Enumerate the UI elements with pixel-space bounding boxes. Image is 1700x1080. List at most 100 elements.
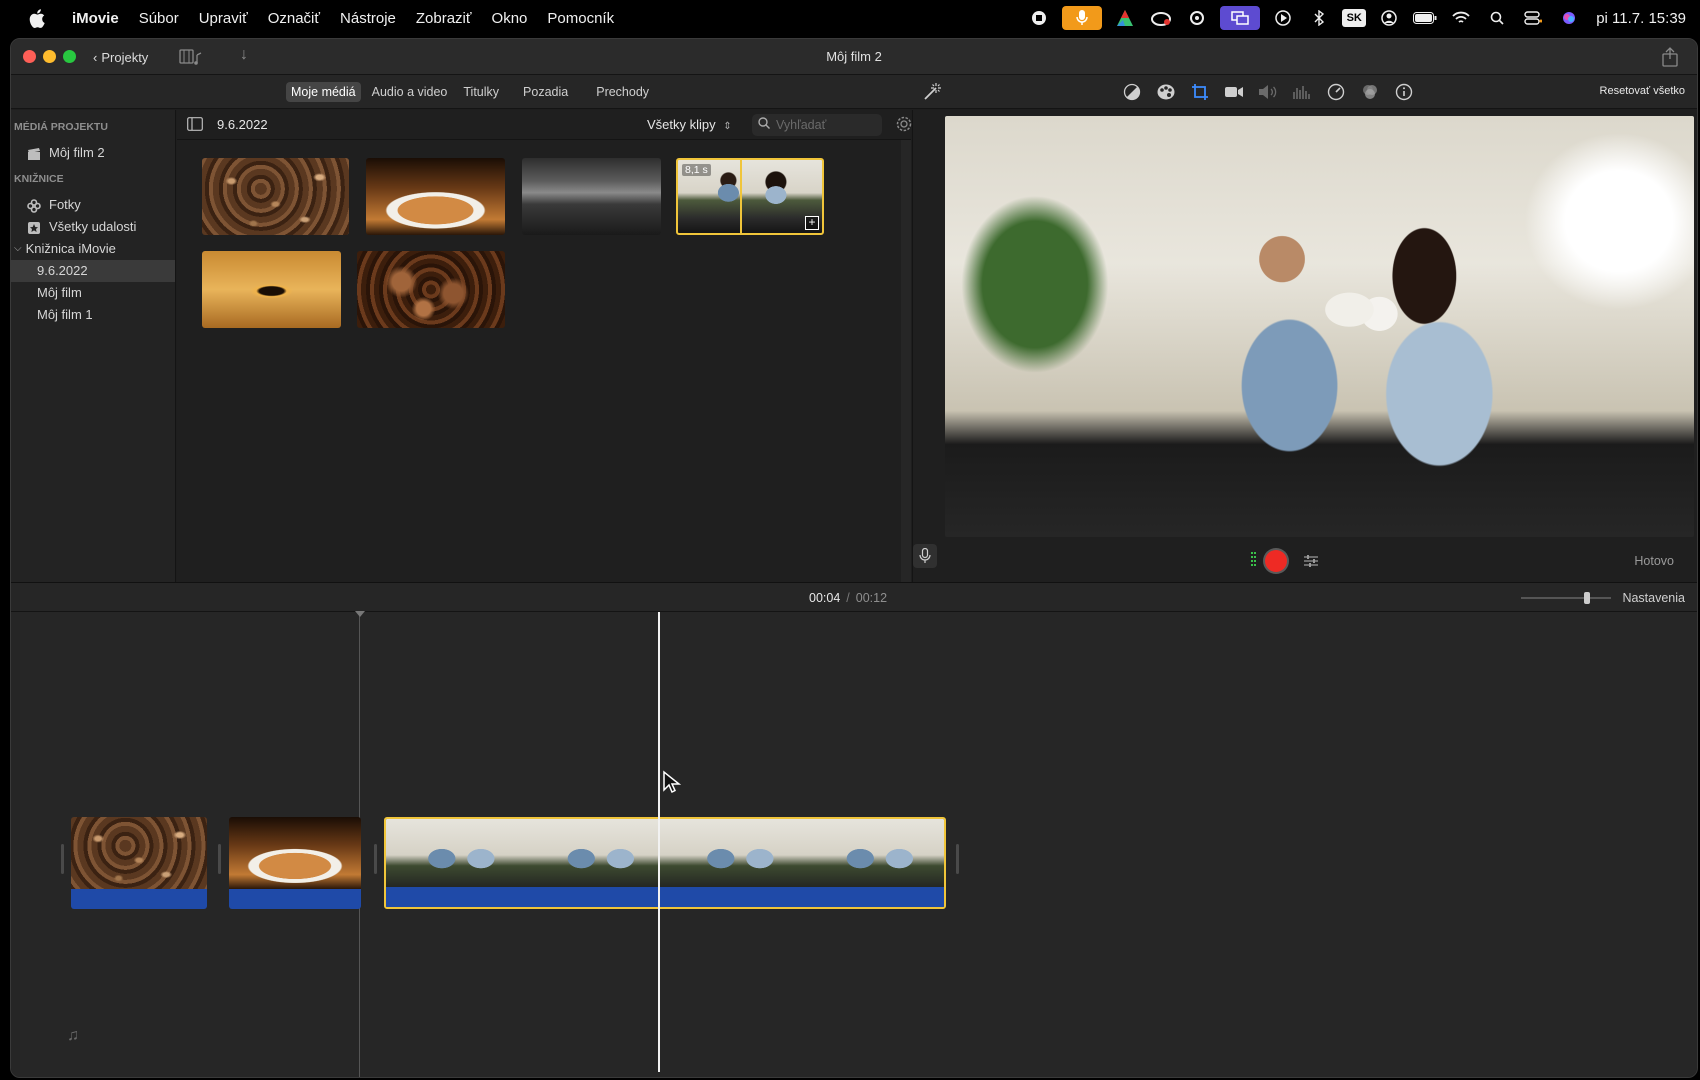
screen-mirroring-icon[interactable] — [1220, 6, 1261, 30]
playhead[interactable] — [658, 612, 660, 1072]
tab-transitions[interactable]: Prechody — [591, 82, 654, 102]
media-clip-couple-selected[interactable]: 8,1 s + — [676, 158, 824, 235]
zoom-slider-knob[interactable] — [1584, 592, 1590, 604]
sidebar-item-event[interactable]: Môj film — [11, 282, 175, 304]
chevron-updown-icon: ⇕ — [723, 121, 732, 132]
spotlight-search-icon[interactable] — [1484, 7, 1510, 29]
media-browser: 9.6.2022 Všetky klipy ⇕ 8,1 s + — [177, 110, 913, 582]
noise-reduction-icon[interactable] — [1291, 81, 1313, 103]
menu-file[interactable]: Súbor — [129, 10, 189, 27]
menu-tools[interactable]: Nástroje — [330, 10, 406, 27]
project-media-header: MÉDIÁ PROJEKTU — [14, 121, 108, 133]
sidebar-item-label: Všetky udalosti — [49, 219, 137, 234]
sidebar-item-event-selected[interactable]: 9.6.2022 — [11, 260, 175, 282]
wifi-icon[interactable] — [1448, 7, 1474, 29]
window-title: Môj film 2 — [826, 49, 882, 64]
color-balance-icon[interactable] — [1121, 81, 1143, 103]
tab-backgrounds[interactable]: Pozadia — [518, 82, 573, 102]
menu-app-name[interactable]: iMovie — [62, 10, 129, 27]
sidebar-item-imovie-library[interactable]: ⌵ Knižnica iMovie — [11, 238, 175, 260]
focus-icon[interactable] — [1184, 7, 1210, 29]
sidebar-item-event[interactable]: Môj film 1 — [11, 304, 175, 326]
timeline-clip-couple-selected[interactable] — [384, 817, 946, 909]
total-duration: 00:12 — [855, 591, 888, 605]
keyboard-layout-indicator[interactable]: SK — [1342, 9, 1367, 27]
tab-audio-video[interactable]: Audio a video — [367, 82, 453, 102]
chevron-down-icon[interactable]: ⌵ — [14, 238, 22, 260]
music-note-icon: ♫ — [67, 1027, 79, 1044]
add-to-project-icon[interactable]: + — [805, 216, 819, 230]
timeline[interactable]: ♫ — [11, 611, 1697, 1077]
media-clip-coffee-cup[interactable] — [366, 158, 505, 235]
media-clip-espresso-machine[interactable] — [522, 158, 661, 235]
microphone-in-use-icon[interactable] — [1062, 6, 1103, 30]
menu-bar-clock[interactable]: pi 11.7. 15:39 — [1596, 10, 1686, 27]
info-icon[interactable] — [1393, 81, 1415, 103]
siri-icon[interactable] — [1556, 7, 1582, 29]
media-clip-coffee-beans[interactable] — [202, 158, 349, 235]
speed-icon[interactable] — [1325, 81, 1347, 103]
mouse-cursor-icon — [662, 770, 682, 796]
reset-all-button[interactable]: Resetovať všetko — [1600, 85, 1685, 97]
crop-icon[interactable] — [1189, 81, 1211, 103]
clip-filter-label: Všetky klipy — [647, 117, 716, 132]
title-bar: ‹ Projekty ↓ Môj film 2 — [11, 39, 1697, 75]
clip-trim-handle[interactable] — [956, 844, 959, 874]
menu-window[interactable]: Okno — [482, 10, 538, 27]
star-box-icon — [27, 220, 41, 234]
timeline-settings-button[interactable]: Nastavenia — [1622, 591, 1685, 605]
search-input[interactable] — [776, 118, 876, 132]
clip-video-frames — [386, 819, 944, 891]
menu-bar: iMovie Súbor Upraviť Označiť Nástroje Zo… — [0, 0, 1700, 36]
video-preview[interactable] — [945, 116, 1694, 537]
event-title: 9.6.2022 — [217, 117, 268, 132]
stabilization-icon[interactable] — [1223, 81, 1245, 103]
menu-edit[interactable]: Upraviť — [189, 10, 258, 27]
control-center-icon[interactable] — [1520, 7, 1546, 29]
menu-view[interactable]: Zobraziť — [406, 10, 482, 27]
clip-audio-track — [71, 889, 207, 909]
timeline-clip-coffee-cup[interactable] — [229, 817, 361, 909]
user-icon[interactable] — [1376, 7, 1402, 29]
magic-wand-icon[interactable] — [921, 81, 943, 103]
browser-toolbar: Moje médiá Audio a video Titulky Pozadia… — [11, 75, 1697, 109]
menu-mark[interactable]: Označiť — [258, 10, 330, 27]
timecode-display: 00:04 / 00:12 — [809, 591, 887, 605]
sidebar-item-photos[interactable]: Fotky — [11, 194, 175, 216]
sidebar-item-label: Knižnica iMovie — [25, 241, 116, 256]
search-icon — [758, 116, 770, 134]
play-status-icon[interactable] — [1270, 7, 1296, 29]
voiceover-options-icon[interactable] — [1303, 553, 1319, 569]
search-field[interactable] — [752, 114, 882, 136]
screen-record-stop-icon[interactable] — [1026, 7, 1052, 29]
menu-help[interactable]: Pomocník — [537, 10, 624, 27]
sidebar-item-all-events[interactable]: Všetky udalosti — [11, 216, 175, 238]
tab-my-media[interactable]: Moje médiá — [286, 82, 361, 102]
microphone-icon[interactable] — [913, 544, 937, 568]
share-icon[interactable] — [1661, 47, 1679, 67]
creative-cloud-icon[interactable] — [1148, 7, 1174, 29]
clip-trim-handle[interactable] — [218, 844, 221, 874]
clip-trim-handle[interactable] — [61, 844, 64, 874]
clip-trim-handle[interactable] — [374, 844, 377, 874]
timeline-clip-coffee-beans[interactable] — [71, 817, 207, 909]
playhead-triangle-icon[interactable] — [355, 611, 365, 617]
media-clip-coffee-drop[interactable] — [202, 251, 341, 328]
volume-icon[interactable] — [1257, 81, 1279, 103]
gear-icon[interactable] — [895, 115, 913, 133]
color-correction-icon[interactable] — [1155, 81, 1177, 103]
sidebar-item-project[interactable]: Môj film 2 — [11, 142, 175, 164]
media-clip-roasted-beans[interactable] — [357, 251, 505, 328]
sidebar-toggle-icon[interactable] — [187, 117, 203, 131]
record-voiceover-button[interactable] — [1265, 550, 1287, 572]
clip-filter-icon[interactable] — [1359, 81, 1381, 103]
bluetooth-icon[interactable] — [1306, 7, 1332, 29]
app-status-icon[interactable] — [1112, 7, 1138, 29]
timeline-zoom-slider[interactable] — [1521, 592, 1611, 604]
browser-scrollbar[interactable] — [901, 140, 911, 582]
tab-titles[interactable]: Titulky — [458, 82, 504, 102]
apple-menu-icon[interactable] — [26, 7, 48, 29]
clip-filter-dropdown[interactable]: Všetky klipy ⇕ — [647, 117, 732, 132]
done-button[interactable]: Hotovo — [1634, 554, 1674, 568]
battery-icon[interactable] — [1412, 7, 1438, 29]
